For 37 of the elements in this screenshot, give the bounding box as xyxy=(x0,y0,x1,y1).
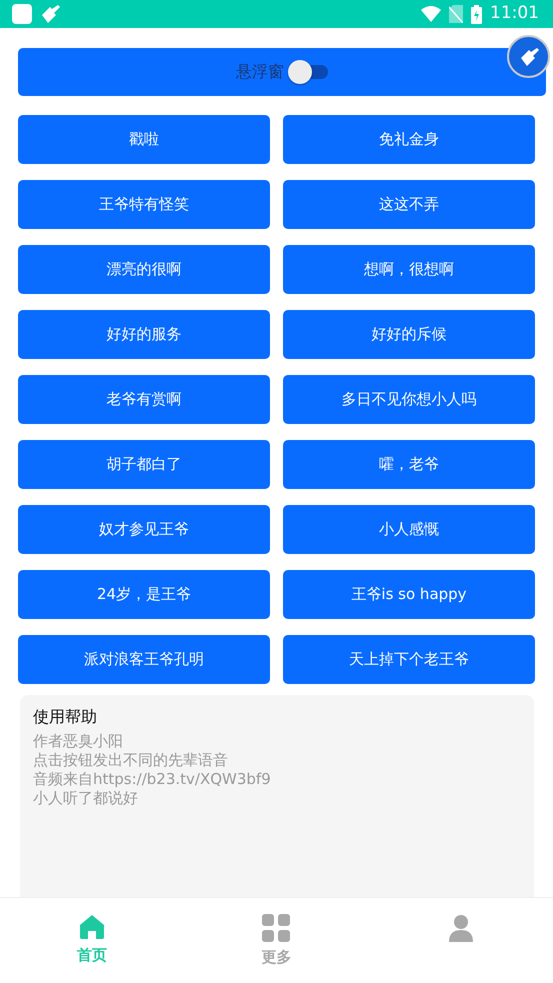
sound-button[interactable]: 24岁，是王爷 xyxy=(18,570,270,619)
no-sim-icon xyxy=(449,5,463,23)
sound-button[interactable]: 这这不弄 xyxy=(283,180,535,229)
sound-button[interactable]: 王爷is so happy xyxy=(283,570,535,619)
brush-icon xyxy=(518,48,538,66)
sound-button[interactable]: 奴才参见王爷 xyxy=(18,505,270,554)
nav-tab[interactable]: 更多 xyxy=(184,898,369,983)
sound-button[interactable]: 王爷特有怪笑 xyxy=(18,180,270,229)
toggle-switch[interactable] xyxy=(288,62,328,82)
sound-button[interactable]: 好好的斥候 xyxy=(283,310,535,359)
sound-button[interactable]: 免礼金身 xyxy=(283,115,535,164)
sound-button[interactable]: 嚯，老爷 xyxy=(283,440,535,489)
sound-button[interactable]: 天上掉下个老王爷 xyxy=(283,635,535,684)
sound-button[interactable]: 漂亮的很啊 xyxy=(18,245,270,294)
help-text: 音频来自https://b23.tv/XQW3bf9 xyxy=(33,770,272,790)
sound-button[interactable]: 戳啦 xyxy=(18,115,270,164)
home-icon xyxy=(79,914,106,940)
sound-button[interactable]: 多日不见你想小人吗 xyxy=(283,375,535,424)
sound-button[interactable]: 派对浪客王爷孔明 xyxy=(18,635,270,684)
help-text: 小人听了都说好 xyxy=(33,789,139,808)
help-text: 作者恶臭小阳 xyxy=(33,732,124,752)
app-icon xyxy=(12,4,32,24)
help-text: 点击按钮发出不同的先辈语音 xyxy=(33,751,229,770)
sound-button[interactable]: 小人感慨 xyxy=(283,505,535,554)
sound-button[interactable]: 想啊，很想啊 xyxy=(283,245,535,294)
sound-button[interactable]: 好好的服务 xyxy=(18,310,270,359)
help-title: 使用帮助 xyxy=(33,707,98,726)
sound-button[interactable]: 胡子都白了 xyxy=(18,440,270,489)
floating-window-toggle[interactable]: 悬浮窗 xyxy=(18,48,546,96)
clock-time: 11:01 xyxy=(490,2,539,26)
floating-button[interactable] xyxy=(507,35,550,78)
person-icon xyxy=(446,914,475,942)
battery-icon xyxy=(471,4,482,24)
brush-icon xyxy=(40,5,60,23)
grid-icon xyxy=(262,914,290,942)
sound-button[interactable]: 老爷有赏啊 xyxy=(18,375,270,424)
wifi-icon xyxy=(421,6,441,22)
